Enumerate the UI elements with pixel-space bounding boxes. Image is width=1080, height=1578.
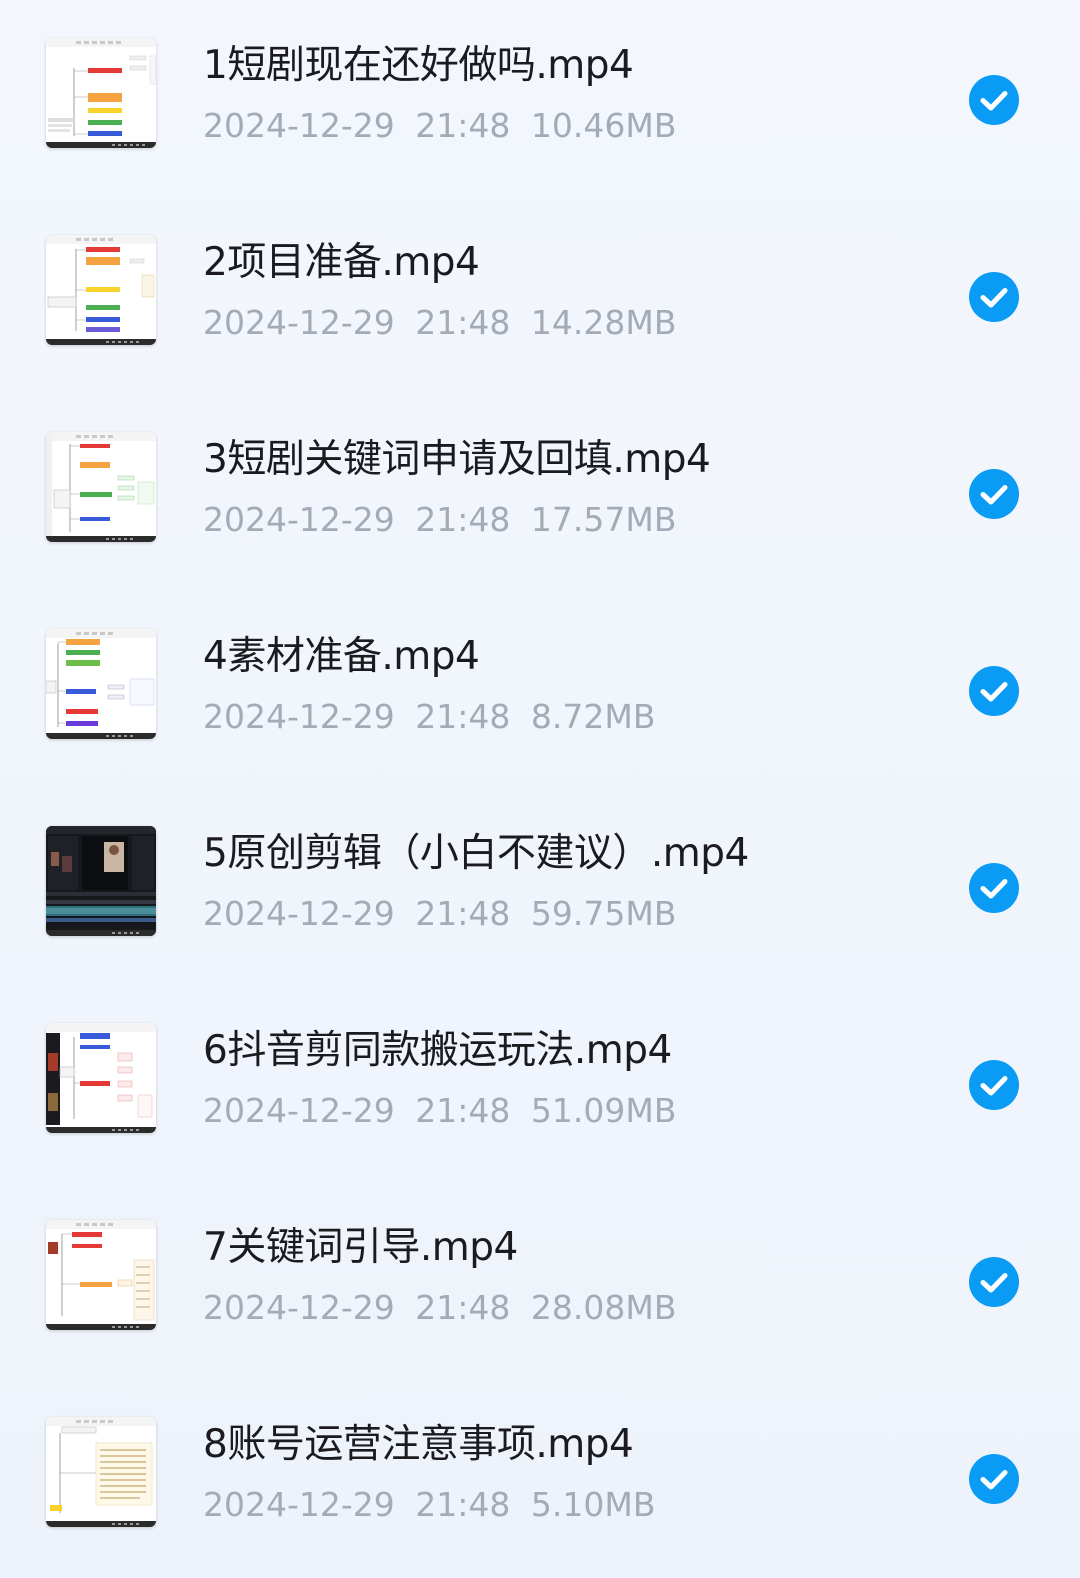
file-time: 21:48 (415, 1485, 511, 1524)
file-meta: 2024-12-29 21:48 5.10MB (203, 1483, 655, 1527)
file-date: 2024-12-29 (203, 697, 395, 736)
file-meta: 2024-12-29 21:48 17.57MB (203, 498, 676, 542)
file-date: 2024-12-29 (203, 1288, 395, 1327)
file-size: 28.08MB (530, 1288, 677, 1327)
file-row[interactable]: 3短剧关键词申请及回填.mp4 2024-12-29 21:48 17.57MB (0, 394, 1080, 591)
check-circle-icon[interactable] (969, 469, 1019, 519)
file-name: 7关键词引导.mp4 (203, 1225, 518, 1270)
check-circle-icon[interactable] (969, 75, 1019, 125)
file-row[interactable]: 6抖音剪同款搬运玩法.mp4 2024-12-29 21:48 51.09MB (0, 985, 1080, 1182)
video-thumbnail (46, 629, 156, 739)
file-name: 6抖音剪同款搬运玩法.mp4 (203, 1028, 672, 1073)
file-name: 5原创剪辑（小白不建议）.mp4 (203, 831, 749, 876)
file-date: 2024-12-29 (203, 1091, 395, 1130)
file-time: 21:48 (415, 1288, 511, 1327)
video-thumbnail (46, 826, 156, 936)
file-date: 2024-12-29 (203, 500, 395, 539)
video-thumbnail (46, 235, 156, 345)
file-name: 2项目准备.mp4 (203, 240, 480, 285)
file-date: 2024-12-29 (203, 1485, 395, 1524)
file-row[interactable]: 2项目准备.mp4 2024-12-29 21:48 14.28MB (0, 197, 1080, 394)
file-time: 21:48 (415, 303, 511, 342)
check-circle-icon[interactable] (969, 272, 1019, 322)
file-meta: 2024-12-29 21:48 14.28MB (203, 301, 676, 345)
file-size: 51.09MB (530, 1091, 677, 1130)
file-size: 17.57MB (530, 500, 677, 539)
check-circle-icon[interactable] (969, 1257, 1019, 1307)
file-size: 10.46MB (530, 106, 677, 145)
check-circle-icon[interactable] (969, 1454, 1019, 1504)
file-size: 5.10MB (530, 1485, 656, 1524)
file-row[interactable]: 1短剧现在还好做吗.mp4 2024-12-29 21:48 10.46MB (0, 0, 1080, 197)
file-date: 2024-12-29 (203, 106, 395, 145)
file-name: 8账号运营注意事项.mp4 (203, 1422, 634, 1467)
file-meta: 2024-12-29 21:48 28.08MB (203, 1286, 676, 1330)
file-time: 21:48 (415, 697, 511, 736)
video-thumbnail (46, 432, 156, 542)
file-time: 21:48 (415, 894, 511, 933)
file-time: 21:48 (415, 500, 511, 539)
file-meta: 2024-12-29 21:48 59.75MB (203, 892, 676, 936)
file-time: 21:48 (415, 106, 511, 145)
file-row[interactable]: 4素材准备.mp4 2024-12-29 21:48 8.72MB (0, 591, 1080, 788)
file-time: 21:48 (415, 1091, 511, 1130)
file-date: 2024-12-29 (203, 303, 395, 342)
file-size: 59.75MB (530, 894, 677, 933)
file-name: 4素材准备.mp4 (203, 634, 480, 679)
file-meta: 2024-12-29 21:48 8.72MB (203, 695, 655, 739)
file-row[interactable]: 5原创剪辑（小白不建议）.mp4 2024-12-29 21:48 59.75M… (0, 788, 1080, 985)
file-list: 1短剧现在还好做吗.mp4 2024-12-29 21:48 10.46MB 2… (0, 0, 1080, 1578)
file-size: 14.28MB (530, 303, 677, 342)
file-row[interactable]: 7关键词引导.mp4 2024-12-29 21:48 28.08MB (0, 1182, 1080, 1379)
file-meta: 2024-12-29 21:48 10.46MB (203, 104, 676, 148)
video-thumbnail (46, 1023, 156, 1133)
video-thumbnail (46, 38, 156, 148)
file-date: 2024-12-29 (203, 894, 395, 933)
video-thumbnail (46, 1220, 156, 1330)
file-size: 8.72MB (530, 697, 656, 736)
video-thumbnail (46, 1417, 156, 1527)
file-row[interactable]: 8账号运营注意事项.mp4 2024-12-29 21:48 5.10MB (0, 1379, 1080, 1576)
file-name: 1短剧现在还好做吗.mp4 (203, 43, 634, 88)
check-circle-icon[interactable] (969, 666, 1019, 716)
check-circle-icon[interactable] (969, 1060, 1019, 1110)
check-circle-icon[interactable] (969, 863, 1019, 913)
file-name: 3短剧关键词申请及回填.mp4 (203, 437, 711, 482)
file-meta: 2024-12-29 21:48 51.09MB (203, 1089, 676, 1133)
